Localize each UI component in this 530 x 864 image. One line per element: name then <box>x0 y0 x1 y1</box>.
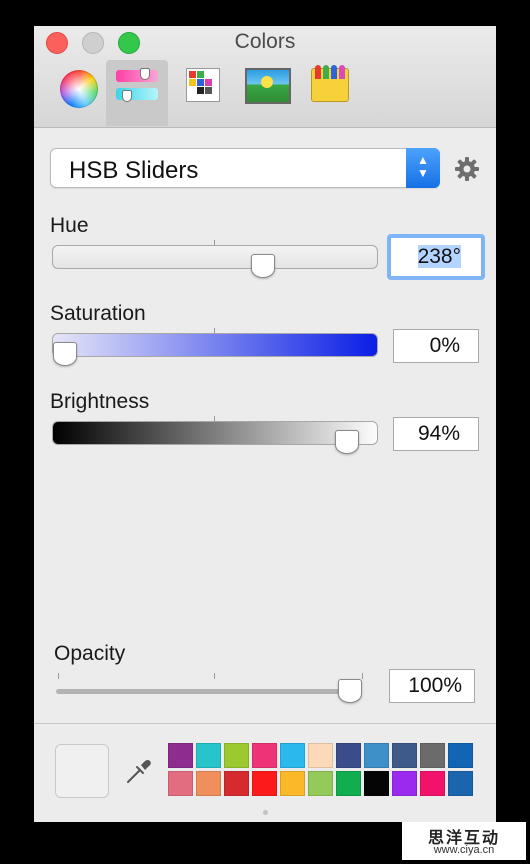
hue-slider[interactable] <box>52 245 378 278</box>
color-swatch[interactable] <box>224 743 249 768</box>
color-swatch[interactable] <box>196 743 221 768</box>
hue-slider-knob[interactable] <box>251 254 275 278</box>
titlebar: Colors <box>34 26 496 128</box>
color-swatch[interactable] <box>448 743 473 768</box>
divider <box>34 723 496 724</box>
color-palettes-icon <box>186 68 220 102</box>
color-swatch[interactable] <box>336 771 361 796</box>
color-swatch[interactable] <box>168 743 193 768</box>
color-swatch[interactable] <box>364 771 389 796</box>
opacity-slider-knob[interactable] <box>338 679 362 703</box>
gear-icon[interactable] <box>454 156 480 182</box>
crayons-icon <box>311 65 349 102</box>
opacity-tick <box>214 673 215 679</box>
window-title: Colors <box>234 30 296 53</box>
tab-crayons[interactable] <box>298 60 360 126</box>
brightness-slider-knob[interactable] <box>335 430 359 454</box>
opacity-tick <box>58 673 59 679</box>
hue-value-field[interactable]: 238° <box>387 234 485 280</box>
eyedropper-icon[interactable] <box>122 756 154 788</box>
opacity-value-field[interactable]: 100% <box>389 669 475 703</box>
color-swatch[interactable] <box>420 771 445 796</box>
color-mode-popup[interactable]: HSB Sliders ▲ ▼ <box>50 148 440 188</box>
color-mode-label: HSB Sliders <box>69 157 199 184</box>
color-swatch[interactable] <box>280 743 305 768</box>
brightness-value-field[interactable]: 94% <box>393 417 479 451</box>
color-wheel-icon <box>60 70 98 108</box>
color-swatch[interactable] <box>392 743 417 768</box>
saturation-value-field[interactable]: 0% <box>393 329 479 363</box>
saturation-slider-knob[interactable] <box>53 342 77 366</box>
current-color-well[interactable] <box>55 744 109 798</box>
color-swatch[interactable] <box>336 743 361 768</box>
resize-indicator <box>263 810 268 815</box>
watermark-logo: 思洋互动 www.ciya.cn <box>402 822 526 860</box>
tab-color-wheel[interactable] <box>40 60 102 126</box>
color-swatch[interactable] <box>308 743 333 768</box>
color-sliders-icon <box>106 60 168 126</box>
color-swatch[interactable] <box>168 771 193 796</box>
saturation-label: Saturation <box>50 302 146 325</box>
color-swatch[interactable] <box>224 771 249 796</box>
watermark-url: www.ciya.cn <box>433 844 495 856</box>
tab-image-palettes[interactable] <box>236 60 298 126</box>
color-swatch[interactable] <box>392 771 417 796</box>
tab-color-palettes[interactable] <box>172 60 234 126</box>
color-swatch-grid <box>168 743 476 799</box>
brightness-label: Brightness <box>50 390 150 413</box>
color-swatch[interactable] <box>252 771 277 796</box>
hue-label: Hue <box>50 214 89 237</box>
color-swatch[interactable] <box>196 771 221 796</box>
tab-color-sliders[interactable] <box>106 60 168 126</box>
saturation-slider[interactable] <box>52 333 378 366</box>
popup-stepper-icon: ▲ ▼ <box>406 148 440 188</box>
opacity-tick <box>362 673 363 679</box>
color-swatch[interactable] <box>252 743 277 768</box>
color-swatch[interactable] <box>420 743 445 768</box>
brightness-slider[interactable] <box>52 421 378 454</box>
color-swatch[interactable] <box>364 743 389 768</box>
color-swatch[interactable] <box>448 771 473 796</box>
color-swatch[interactable] <box>280 771 305 796</box>
opacity-label: Opacity <box>54 642 126 665</box>
colors-window: Colors HSB Sliders ▲ ▼ Hue 238° Saturati… <box>34 26 496 822</box>
image-icon <box>245 68 291 104</box>
color-swatch[interactable] <box>308 771 333 796</box>
opacity-slider[interactable] <box>56 679 362 703</box>
hue-value-text: 238° <box>417 245 461 268</box>
